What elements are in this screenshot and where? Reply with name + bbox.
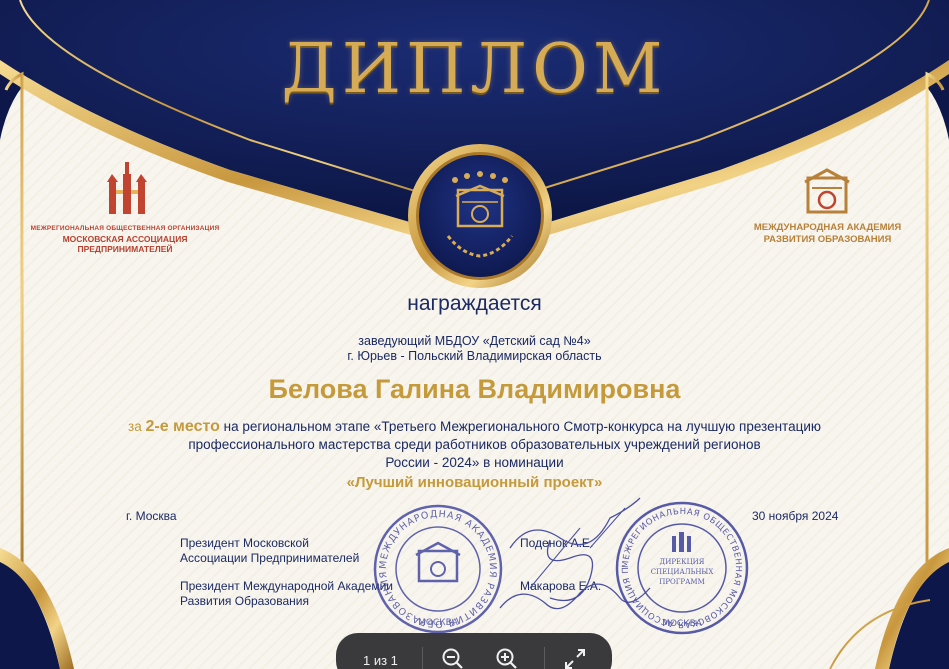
award-place: 2-е место — [145, 418, 220, 435]
nomination-title: «Лучший инновационный проект» — [346, 474, 603, 491]
academy-stamp-icon: МЕЖДУНАРОДНАЯ АКАДЕМИЯ РАЗВИТИЯ ОБРАЗОВА… — [373, 504, 503, 634]
date-label: 30 ноября 2024 — [752, 509, 839, 523]
right-stamp-city: МОСКВА — [662, 619, 703, 629]
desc-line-3a: России - 2024» — [385, 455, 484, 470]
desc-line-2: профессионального мастерства среди работ… — [188, 437, 761, 452]
left-stamp-city: МОСКВА — [418, 618, 459, 628]
right-stamp-center-2: СПЕЦИАЛЬНЫХ — [651, 568, 714, 576]
association-stamp-icon: МЕЖРЕГИОНАЛЬНАЯ ОБЩЕСТВЕННАЯ МОСКОВСКАЯ … — [614, 500, 749, 635]
right-stamp-center-3: ПРОГРАММ — [659, 578, 705, 586]
org-left-line2: МОСКОВСКАЯ АССОЦИАЦИЯ — [62, 234, 188, 244]
signer-2-title-line2: Развития Образования — [180, 594, 309, 608]
position-line-2: г. Юрьев - Польский Владимирская область — [347, 349, 602, 363]
recipient-name: Белова Галина Владимировна — [268, 374, 681, 404]
award-description: за 2-е место на региональном этапе «Трет… — [80, 418, 869, 472]
signer-2-title-line1: Президент Международной Академии — [180, 579, 393, 593]
org-right-line2: РАЗВИТИЯ ОБРАЗОВАНИЯ — [763, 234, 892, 245]
mosap-logo-icon — [107, 162, 147, 214]
signer-1-title: Президент Московской Ассоциации Предприн… — [180, 536, 359, 566]
zoom-out-icon[interactable] — [440, 646, 466, 669]
org-right-name: МЕЖДУНАРОДНАЯ АКАДЕМИЯ РАЗВИТИЯ ОБРАЗОВА… — [745, 222, 910, 246]
desc-prefix: за — [128, 419, 146, 434]
city-label: г. Москва — [126, 509, 177, 523]
awarded-heading: награждается — [407, 292, 542, 315]
signer-1-title-line2: Ассоциации Предпринимателей — [180, 551, 360, 565]
academy-logo-icon — [804, 168, 850, 214]
fullscreen-icon[interactable] — [562, 646, 588, 669]
diploma-page: ДИПЛОМ МЕЖРЕГИОНАЛЬНАЯ ОБЩЕСТВЕННАЯ ОРГА… — [0, 0, 949, 669]
signer-2-title: Президент Международной Академии Развити… — [180, 579, 393, 609]
pdf-viewer-toolbar: 1 из 1 — [336, 633, 612, 669]
diploma-title: ДИПЛОМ — [281, 30, 668, 109]
recipient-position: заведующий МБДОУ «Детский сад №4» г. Юрь… — [0, 334, 949, 364]
org-left-line3: ПРЕДПРИНИМАТЕЛЕЙ — [77, 244, 173, 254]
right-stamp-center-1: ДИРЕКЦИЯ — [660, 558, 705, 566]
org-right-line1: МЕЖДУНАРОДНАЯ АКАДЕМИЯ — [753, 222, 902, 233]
signer-1-title-line1: Президент Московской — [180, 536, 309, 550]
toolbar-divider — [544, 647, 545, 669]
position-line-1: заведующий МБДОУ «Детский сад №4» — [358, 334, 591, 348]
desc-line-1: на региональном этапе «Третьего Межрегио… — [219, 419, 821, 434]
toolbar-divider — [422, 647, 423, 669]
org-left-name: МЕЖРЕГИОНАЛЬНАЯ ОБЩЕСТВЕННАЯ ОРГАНИЗАЦИЯ… — [30, 224, 220, 254]
org-left-line1: МЕЖРЕГИОНАЛЬНАЯ ОБЩЕСТВЕННАЯ ОРГАНИЗАЦИЯ — [30, 225, 220, 232]
desc-line-3b: в номинации — [483, 455, 564, 470]
zoom-in-icon[interactable] — [494, 646, 520, 669]
page-indicator: 1 из 1 — [363, 653, 398, 668]
